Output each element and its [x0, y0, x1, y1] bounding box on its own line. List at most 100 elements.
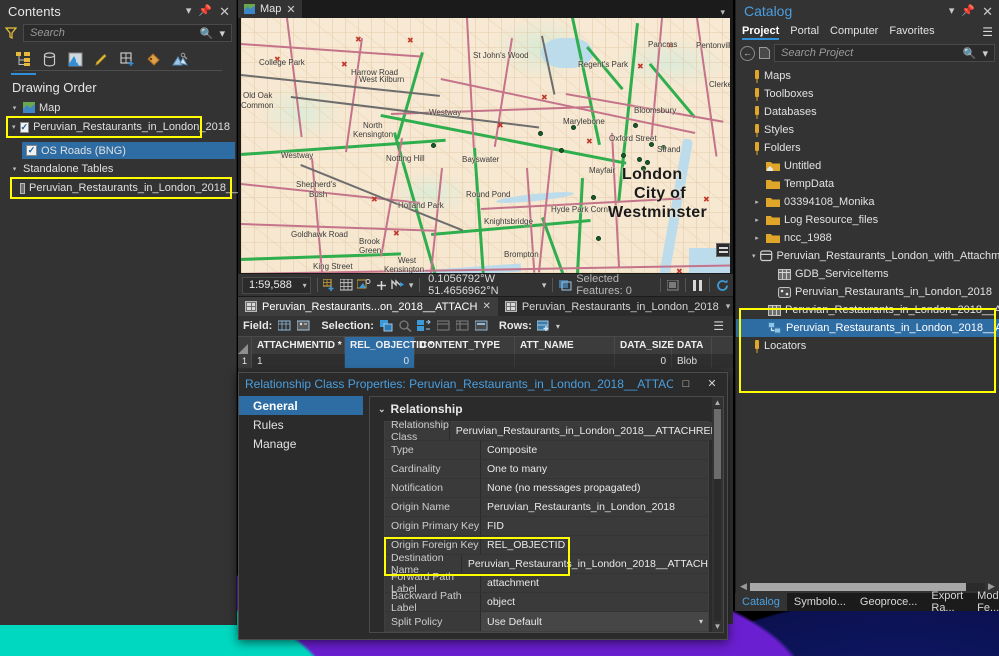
coordinates-chevron-down-icon[interactable]: ▾: [542, 280, 547, 291]
catalog-tree-item[interactable]: TempData: [736, 175, 999, 193]
property-value-dropdown[interactable]: Use Default▾: [481, 612, 708, 631]
catalog-tree-item[interactable]: Folders: [736, 139, 999, 157]
search-chevron-down-icon[interactable]: ▾: [979, 47, 991, 60]
select-by-attributes-icon[interactable]: [379, 319, 394, 333]
column-header-att-name[interactable]: ATT_NAME: [515, 337, 615, 354]
clear-selection-icon[interactable]: [667, 278, 679, 293]
expand-arrow-icon[interactable]: ▾: [12, 123, 16, 131]
expand-arrow-icon[interactable]: ▾: [10, 104, 19, 112]
catalog-tree-item[interactable]: Locators: [736, 337, 999, 355]
chevron-down-icon[interactable]: ▾: [186, 6, 192, 17]
pin-icon[interactable]: 📌: [198, 6, 212, 17]
scroll-up-icon[interactable]: ▲: [712, 397, 723, 408]
cell-att-name[interactable]: [515, 354, 615, 368]
dock-tab-geoprocessing[interactable]: Geoproce...: [853, 593, 924, 611]
close-icon[interactable]: ✕: [482, 301, 490, 312]
close-icon[interactable]: ✕: [286, 3, 295, 16]
chevron-down-icon[interactable]: ⌄: [378, 404, 386, 415]
close-icon[interactable]: ✕: [219, 5, 230, 18]
tree-item-map[interactable]: ▾ Map: [6, 99, 236, 116]
layer-visibility-checkbox[interactable]: ✓: [26, 145, 37, 156]
catalog-page-icon[interactable]: [758, 47, 771, 60]
search-icon[interactable]: 🔍: [197, 27, 217, 40]
clear-selection-table-icon[interactable]: [436, 319, 451, 333]
list-by-diagram-icon[interactable]: [170, 50, 189, 69]
expand-arrow-icon[interactable]: ▸: [752, 198, 762, 206]
map-scale-selector[interactable]: 1:59,588 ▾: [242, 277, 311, 294]
catalog-tree-item[interactable]: Untitled: [736, 157, 999, 175]
scroll-down-icon[interactable]: ▼: [712, 621, 723, 632]
table-row[interactable]: 1 1 0 0 Blob: [238, 354, 733, 368]
list-by-drawing-order-icon[interactable]: [14, 50, 33, 69]
column-header-content-type[interactable]: CONTENT_TYPE: [415, 337, 515, 354]
catalog-tree-item[interactable]: ▸Log Resource_files: [736, 211, 999, 229]
copy-selection-icon[interactable]: [474, 319, 489, 333]
map-tools-chevron-down-icon[interactable]: ▾: [409, 280, 414, 291]
relationship-section-header[interactable]: ⌄ Relationship: [370, 397, 723, 421]
list-by-labeling-icon[interactable]: [144, 50, 163, 69]
nav-item-rules[interactable]: Rules: [239, 415, 363, 434]
dock-tab-symbology[interactable]: Symbolo...: [787, 593, 853, 611]
maximize-icon[interactable]: □: [673, 374, 699, 394]
expand-arrow-icon[interactable]: ▾: [10, 165, 19, 173]
dialog-scrollbar[interactable]: ▲ ▼: [712, 397, 723, 632]
back-icon[interactable]: ←: [740, 46, 755, 61]
table-corner-cell[interactable]: [238, 337, 252, 354]
tab-restaurants-table[interactable]: Peruvian_Restaurants_in_London_2018: [498, 297, 726, 316]
tabstrip-chevron-down-icon[interactable]: ▾: [720, 7, 733, 18]
pause-drawing-icon[interactable]: [692, 278, 704, 293]
plus-icon[interactable]: [375, 278, 387, 293]
tree-item-attach-table[interactable]: Peruvian_Restaurants_in_London_2018__ATT…: [12, 179, 230, 197]
chevron-down-icon[interactable]: ▾: [303, 281, 307, 290]
grid-icon[interactable]: [340, 278, 353, 293]
tree-item-os-roads[interactable]: ✓ OS Roads (BNG): [22, 142, 235, 159]
cell-data-size[interactable]: 0: [615, 354, 672, 368]
refresh-icon[interactable]: [716, 278, 729, 293]
tab-attach-table[interactable]: Peruvian_Restaurants...on_2018__ATTACH ✕: [238, 297, 498, 316]
zoom-to-selection-icon[interactable]: [398, 319, 413, 333]
close-icon[interactable]: ✕: [699, 374, 725, 394]
expand-arrow-icon[interactable]: ▾: [752, 252, 756, 260]
dock-tab-modify-features[interactable]: Modify Fe...: [970, 593, 999, 611]
tab-computer[interactable]: Computer: [830, 25, 878, 39]
cell-content-type[interactable]: [415, 354, 515, 368]
calculate-field-icon[interactable]: [296, 319, 311, 333]
catalog-tree-item[interactable]: ▸03394108_Monika: [736, 193, 999, 211]
rows-chevron-down-icon[interactable]: ▾: [556, 322, 560, 331]
switch-selection-icon[interactable]: [417, 319, 432, 333]
dock-tab-export-raster[interactable]: Export Ra...: [924, 593, 970, 611]
chevron-down-icon[interactable]: ▾: [699, 617, 703, 626]
table-options-menu-icon[interactable]: ☰: [713, 319, 728, 333]
tab-project[interactable]: Project: [742, 25, 779, 39]
tab-portal[interactable]: Portal: [790, 25, 819, 39]
expand-arrow-icon[interactable]: ▸: [752, 234, 762, 242]
chevron-down-icon[interactable]: ▾: [949, 6, 955, 17]
dock-tab-catalog[interactable]: Catalog: [735, 593, 787, 611]
catalog-search-input[interactable]: Search Project 🔍 ▾: [774, 44, 995, 62]
add-field-icon[interactable]: [277, 319, 292, 333]
column-header-attachmentid[interactable]: ATTACHMENTID *: [252, 337, 345, 354]
cell-data[interactable]: Blob: [672, 354, 712, 368]
list-by-snapping-icon[interactable]: [118, 50, 137, 69]
map-canvas[interactable]: ✖ ✖ ✖ ✖ ✖ ✖ ✖ ✖ ✖ ✖ ✖ ✖ ✖ ✖ College Park…: [241, 18, 730, 273]
catalog-tree-item[interactable]: ▾Peruvian_Restaurants_London_with_Attach…: [736, 247, 999, 265]
catalog-tree-item[interactable]: Peruvian_Restaurants_in_London_2018__ATT…: [736, 319, 999, 337]
delete-selection-icon[interactable]: [455, 319, 470, 333]
list-by-selection-icon[interactable]: [66, 50, 85, 69]
layer-visibility-checkbox[interactable]: ✓: [20, 122, 30, 133]
close-icon[interactable]: ✕: [982, 5, 993, 18]
search-input[interactable]: Search 🔍 ▾: [23, 24, 232, 42]
pin-icon[interactable]: 📌: [961, 6, 975, 17]
catalog-tree-item[interactable]: Peruvian_Restaurants_in_London_2018__ATT…: [736, 301, 999, 319]
measure-icon[interactable]: [357, 278, 371, 293]
map-overview-toggle[interactable]: [716, 243, 730, 257]
tab-favorites[interactable]: Favorites: [889, 25, 934, 39]
add-row-icon[interactable]: [537, 319, 552, 333]
search-icon[interactable]: 🔍: [960, 47, 980, 60]
list-by-editing-icon[interactable]: [92, 50, 111, 69]
nav-item-general[interactable]: General: [239, 396, 363, 415]
catalog-tree-item[interactable]: Peruvian_Restaurants_in_London_2018: [736, 283, 999, 301]
list-by-data-source-icon[interactable]: [40, 50, 59, 69]
catalog-tree-item[interactable]: ▸ncc_1988: [736, 229, 999, 247]
search-chevron-down-icon[interactable]: ▾: [216, 27, 228, 40]
